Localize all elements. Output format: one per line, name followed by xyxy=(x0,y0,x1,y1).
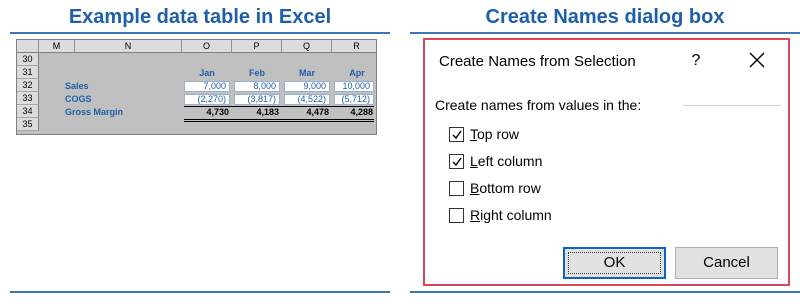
cogs-feb[interactable]: (3,817) xyxy=(234,94,280,105)
column-header-q[interactable]: Q xyxy=(282,40,332,53)
double-rule-1 xyxy=(184,119,374,120)
month-header-jan[interactable]: Jan xyxy=(182,68,232,79)
label-gross-margin[interactable]: Gross Margin xyxy=(65,107,123,118)
option-top-row[interactable]: Top row xyxy=(449,124,519,144)
dialog-title: Create Names from Selection xyxy=(439,53,636,70)
group-label: Create names from values in the: xyxy=(435,97,642,113)
column-header-r[interactable]: R xyxy=(332,40,376,53)
focus-outline xyxy=(568,252,661,274)
column-header-n[interactable]: N xyxy=(75,40,182,53)
checkmark-icon xyxy=(452,157,462,166)
cogs-mar[interactable]: (4,522) xyxy=(284,94,330,105)
checkmark-icon xyxy=(452,130,462,139)
left-bottom-rule xyxy=(10,291,390,293)
row-header-30[interactable]: 30 xyxy=(17,53,39,66)
row-header-34[interactable]: 34 xyxy=(17,105,39,118)
excel-sheet: M N O P Q R 30 31 32 33 34 35 Jan Feb Ma… xyxy=(16,39,377,135)
row-header-31[interactable]: 31 xyxy=(17,66,39,79)
column-header-o[interactable]: O xyxy=(182,40,232,53)
label-cogs[interactable]: COGS xyxy=(65,94,92,105)
ok-button[interactable]: OK xyxy=(563,247,666,279)
right-top-rule xyxy=(410,32,800,34)
month-header-apr[interactable]: Apr xyxy=(332,68,376,79)
checkbox-top-row[interactable] xyxy=(449,126,464,142)
group-divider xyxy=(683,105,781,106)
option-label: Top row xyxy=(470,126,520,142)
option-label: Left column xyxy=(470,153,543,169)
left-top-rule xyxy=(10,32,390,34)
right-bottom-rule xyxy=(410,291,800,293)
sales-feb[interactable]: 8,000 xyxy=(234,81,280,92)
month-header-feb[interactable]: Feb xyxy=(232,68,282,79)
margin-feb[interactable]: 4,183 xyxy=(232,107,282,118)
left-panel-title: Example data table in Excel xyxy=(68,6,332,28)
sales-jan[interactable]: 7,000 xyxy=(184,81,230,92)
margin-jan[interactable]: 4,730 xyxy=(182,107,232,118)
checkbox-left-column[interactable] xyxy=(449,153,464,169)
cogs-apr[interactable]: (5,712) xyxy=(334,94,374,105)
sales-mar[interactable]: 9,000 xyxy=(284,81,330,92)
close-icon[interactable] xyxy=(745,48,769,72)
row-header-35[interactable]: 35 xyxy=(17,118,39,131)
option-bottom-row[interactable]: Bottom row xyxy=(449,178,541,198)
margin-mar[interactable]: 4,478 xyxy=(282,107,332,118)
checkbox-right-column[interactable] xyxy=(449,207,464,223)
double-rule-2 xyxy=(184,121,374,122)
create-names-dialog: Create Names from Selection ? Create nam… xyxy=(423,38,790,286)
help-button[interactable]: ? xyxy=(687,50,705,72)
checkbox-bottom-row[interactable] xyxy=(449,180,464,196)
column-header-m[interactable]: M xyxy=(39,40,75,53)
column-header-p[interactable]: P xyxy=(232,40,282,53)
corner-cell[interactable] xyxy=(17,40,39,53)
sales-apr[interactable]: 10,000 xyxy=(334,81,374,92)
row-header-33[interactable]: 33 xyxy=(17,92,39,105)
margin-apr[interactable]: 4,288 xyxy=(330,107,376,118)
row-header-32[interactable]: 32 xyxy=(17,79,39,92)
option-right-column[interactable]: Right column xyxy=(449,205,552,225)
right-panel-title: Create Names dialog box xyxy=(485,6,725,28)
option-label: Bottom row xyxy=(470,180,541,196)
cogs-jan[interactable]: (2,270) xyxy=(184,94,230,105)
cancel-button[interactable]: Cancel xyxy=(675,247,778,279)
label-sales[interactable]: Sales xyxy=(65,81,89,92)
month-header-mar[interactable]: Mar xyxy=(282,68,332,79)
option-label: Right column xyxy=(470,207,552,223)
option-left-column[interactable]: Left column xyxy=(449,151,542,171)
